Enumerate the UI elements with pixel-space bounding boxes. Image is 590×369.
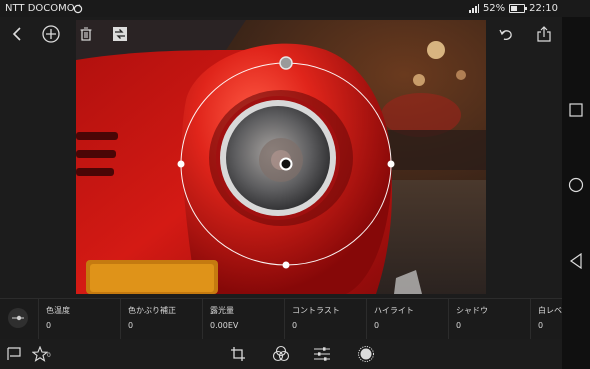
crop-icon[interactable] — [227, 343, 249, 365]
adjustment-temperature[interactable]: 色温度 0 — [38, 299, 121, 339]
flag-icon[interactable] — [3, 343, 25, 365]
bottom-toolbar: 0 — [0, 339, 562, 369]
adjustment-value: 0 — [538, 321, 544, 330]
trash-icon[interactable] — [74, 22, 98, 46]
adjustment-contrast[interactable]: コントラスト 0 — [284, 299, 367, 339]
battery-percent: 52% — [482, 3, 506, 14]
nav-back-icon[interactable] — [568, 253, 584, 269]
adjustment-label: 色かぶり補正 — [128, 306, 176, 315]
sliders-icon[interactable] — [311, 343, 333, 365]
adjustment-value: 0.00EV — [210, 321, 239, 330]
adjustment-shadows[interactable]: シャドウ 0 — [448, 299, 531, 339]
adjustment-whites[interactable]: 白レベ 0 — [530, 299, 563, 339]
photo-image — [76, 20, 486, 294]
slider-handle-icon[interactable] — [8, 308, 28, 328]
battery-icon — [509, 4, 528, 13]
status-bar: NTT DOCOMO 52% 22:10 — [0, 0, 590, 17]
radial-filter-icon[interactable] — [355, 343, 377, 365]
photo-canvas[interactable] — [76, 20, 486, 294]
back-icon[interactable] — [5, 22, 29, 46]
compare-icon[interactable] — [108, 22, 132, 46]
adjustment-value: 0 — [46, 321, 52, 330]
app-screen: NTT DOCOMO 52% 22:10 色温度 0 色かぶり補正 0 露光量 … — [0, 0, 590, 369]
adjustment-label: 白レベ — [538, 306, 562, 315]
undo-icon[interactable] — [494, 22, 518, 46]
status-indicators: 52% 22:10 — [468, 0, 558, 17]
top-toolbar — [0, 17, 562, 49]
adjustment-value: 0 — [456, 321, 462, 330]
adjustment-label: 色温度 — [46, 306, 70, 315]
battery-level — [511, 6, 518, 11]
add-icon[interactable] — [39, 22, 63, 46]
color-mix-icon[interactable] — [270, 343, 292, 365]
signal-icon — [468, 4, 479, 13]
adjustment-label: 露光量 — [210, 306, 234, 315]
recent-apps-icon[interactable] — [568, 102, 584, 118]
star-rating-count: 0 — [47, 352, 51, 359]
adjustment-label: コントラスト — [292, 306, 340, 315]
share-icon[interactable] — [532, 22, 556, 46]
adjustment-exposure[interactable]: 露光量 0.00EV — [202, 299, 285, 339]
adjustment-label: ハイライト — [374, 306, 414, 315]
clock: 22:10 — [529, 3, 558, 14]
adjustment-strip: 色温度 0 色かぶり補正 0 露光量 0.00EV コントラスト 0 ハイライト… — [0, 298, 562, 339]
adjustment-value: 0 — [292, 321, 298, 330]
carrier-name: NTT DOCOMO — [5, 3, 75, 14]
adjustment-value: 0 — [374, 321, 380, 330]
adjustment-tint[interactable]: 色かぶり補正 0 — [120, 299, 203, 339]
adjustment-highlights[interactable]: ハイライト 0 — [366, 299, 449, 339]
adjustment-label: シャドウ — [456, 306, 488, 315]
system-nav-bar — [562, 17, 590, 369]
home-icon[interactable] — [568, 177, 584, 193]
adjustment-value: 0 — [128, 321, 134, 330]
